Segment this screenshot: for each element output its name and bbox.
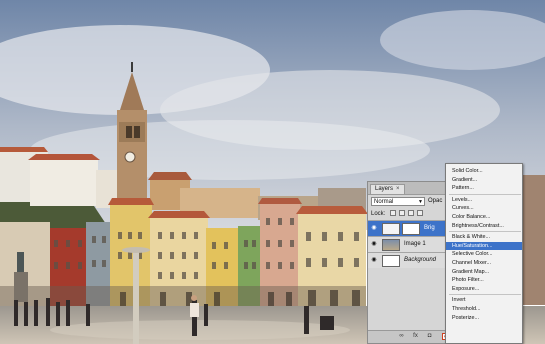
menu-item-threshold[interactable]: Threshold... — [446, 305, 522, 313]
menu-separator — [449, 294, 521, 296]
menu-item-curves[interactable]: Curves... — [446, 204, 522, 212]
person-head — [191, 295, 197, 301]
menu-separator — [449, 193, 521, 195]
building — [30, 160, 98, 206]
lock-transparent-icon[interactable] — [390, 210, 396, 216]
adjustment-layer-menu: Solid Color... Gradient... Pattern... Level… — [445, 163, 523, 344]
lock-label: Lock: — [371, 211, 386, 217]
mask-icon[interactable]: ◘ — [426, 333, 433, 340]
menu-item-channel-mixer[interactable]: Channel Mixer... — [446, 259, 522, 267]
roof — [148, 172, 192, 180]
background-thumbnail — [382, 255, 400, 267]
roof — [28, 154, 100, 160]
chevron-down-icon: ▼ — [418, 199, 423, 205]
eye-icon[interactable]: ◉ — [370, 225, 378, 231]
opacity-label: Opac — [428, 198, 443, 204]
menu-item-brightness-contrast[interactable]: Brightness/Contrast... — [446, 222, 522, 230]
roof — [0, 147, 48, 152]
menu-item-selective-color[interactable]: Selective Color... — [446, 250, 522, 258]
menu-item-gradient[interactable]: Gradient... — [446, 176, 522, 184]
lock-image-icon[interactable] — [399, 210, 405, 216]
bell-tower-arch — [126, 126, 132, 138]
bell-tower-arch — [134, 126, 140, 138]
adjustment-thumbnail — [382, 223, 400, 235]
roof — [148, 211, 210, 218]
eye-icon[interactable]: ◉ — [370, 257, 378, 263]
image-thumbnail — [382, 239, 400, 251]
menu-item-black-white[interactable]: Black & White... — [446, 233, 522, 241]
menu-item-pattern[interactable]: Pattern... — [446, 184, 522, 192]
menu-item-color-balance[interactable]: Color Balance... — [446, 213, 522, 221]
roof — [108, 198, 154, 205]
blend-mode-select[interactable]: Normal ▼ — [371, 197, 425, 206]
tab-layers-label: Layers — [375, 186, 394, 192]
menu-item-exposure[interactable]: Exposure... — [446, 285, 522, 293]
roof — [296, 206, 368, 214]
eye-icon[interactable]: ◉ — [370, 241, 378, 247]
menu-item-posterize[interactable]: Posterize... — [446, 314, 522, 322]
menu-item-gradient-map[interactable]: Gradient Map... — [446, 268, 522, 276]
layer-name: Background — [404, 257, 437, 263]
lamp-post — [133, 250, 139, 344]
menu-item-levels[interactable]: Levels... — [446, 196, 522, 204]
lock-all-icon[interactable] — [417, 210, 423, 216]
statue-base — [14, 272, 28, 302]
menu-item-solid-color[interactable]: Solid Color... — [446, 167, 522, 175]
link-icon[interactable]: ∞ — [398, 333, 405, 340]
person-shirt — [190, 303, 199, 317]
blend-mode-value: Normal — [374, 199, 394, 205]
fx-icon[interactable]: fx — [412, 333, 419, 340]
menu-item-photo-filter[interactable]: Photo Filter... — [446, 276, 522, 284]
layer-name: Brig — [424, 225, 435, 231]
menu-item-hue-saturation[interactable]: Hue/Saturation... — [446, 241, 522, 250]
menu-separator — [449, 231, 521, 233]
lock-position-icon[interactable] — [408, 210, 414, 216]
close-icon[interactable]: × — [396, 186, 400, 192]
layer-mask-thumbnail — [402, 223, 420, 235]
roof — [258, 198, 302, 204]
building — [522, 175, 545, 305]
statue — [17, 252, 24, 272]
clock — [124, 151, 136, 163]
lamp-top — [122, 247, 150, 253]
tab-layers[interactable]: Layers × — [370, 184, 405, 194]
menu-item-invert[interactable]: Invert — [446, 296, 522, 304]
layer-name: Image 1 — [404, 241, 426, 247]
